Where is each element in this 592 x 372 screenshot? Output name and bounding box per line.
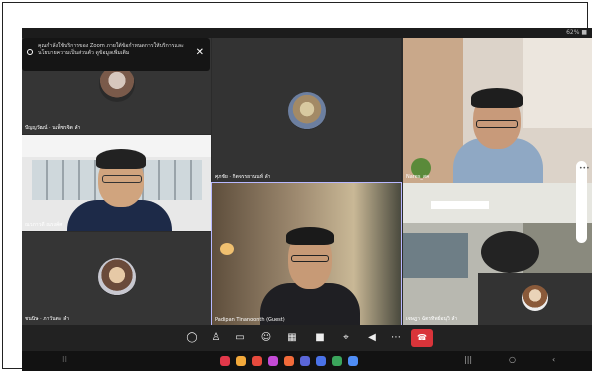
person-glasses — [476, 120, 518, 128]
back-button[interactable]: ‹ — [552, 355, 555, 364]
end-call-icon: ☎ — [417, 333, 427, 342]
participant-name: Padipan Tinanoonth (Guest) — [215, 317, 285, 323]
apps-grid-icon[interactable]: ⁝⁝ — [62, 355, 67, 364]
gallery-icon[interactable]: ▦ — [285, 331, 299, 345]
more-icon[interactable]: ••• — [579, 165, 590, 172]
participant-name: Nares_สค — [406, 174, 430, 180]
participant-name: ศุภชัย · กิตจรรยานนท์ ลำ — [215, 174, 271, 180]
info-icon — [27, 49, 33, 55]
video-window — [523, 38, 592, 128]
video-ceiling-light — [431, 201, 489, 209]
notice-text: คุณกำลังใช้บริการของ Zoom ภายใต้ข้อกำหนด… — [38, 43, 184, 56]
participant-tile-3[interactable]: Nares_สค — [403, 38, 592, 183]
participants-icon[interactable]: ♙ — [209, 331, 223, 345]
app-icon-9[interactable] — [348, 356, 358, 366]
app-icon-4[interactable] — [268, 356, 278, 366]
participant-tile-5-speaker[interactable]: Padipan Tinanoonth (Guest) — [211, 182, 402, 326]
video-icon[interactable]: ■ — [313, 331, 327, 345]
app-icon-5[interactable] — [284, 356, 294, 366]
close-icon[interactable]: ✕ — [196, 47, 204, 58]
participant-tile-7[interactable]: ชนนิษ · ภาวันตะ ลำ — [22, 232, 211, 325]
share-icon[interactable]: ▭ — [233, 331, 247, 345]
status-bar: 62% ■ — [22, 28, 592, 38]
participant-tile-4[interactable]: ณวภาวดี ณรงค์ศ — [22, 135, 211, 231]
app-icon-8[interactable] — [332, 356, 342, 366]
participant-name: ณวภาวดี ณรงค์ศ — [25, 222, 63, 228]
participant-tile-6[interactable]: เจษฎา ฉัตรทิพย์อนุวิ ลำ — [403, 183, 592, 325]
app-icon-7[interactable] — [316, 356, 326, 366]
person-glasses — [102, 175, 142, 183]
person-hair — [286, 227, 334, 245]
end-call-button[interactable]: ☎ — [411, 329, 433, 347]
video-lamp — [220, 243, 234, 255]
person-hair — [481, 231, 539, 273]
meeting-controls: ◯ ♙ ▭ ☺ ▦ ■ ⌖ ◀ ⋯ ☎ — [22, 325, 592, 351]
participant-name: ปัญญวัฒน์ · นเพ็ชรจิต ลำ — [25, 125, 81, 131]
screen-slider[interactable]: ••• — [576, 161, 590, 243]
avatar — [522, 285, 548, 311]
tablet-screen: 62% ■ ปัญญวัฒน์ · นเพ็ชรจิต ลำ คุณกำลังใ… — [22, 28, 592, 371]
avatar — [99, 66, 135, 102]
battery-indicator: 62% ■ — [566, 29, 587, 36]
privacy-notice-banner: คุณกำลังใช้บริการของ Zoom ภายใต้ข้อกำหนด… — [22, 38, 210, 71]
self-view-thumbnail[interactable] — [478, 273, 592, 325]
chat-icon[interactable]: ◯ — [185, 331, 199, 345]
participant-tile-2[interactable]: ศุภชัย · กิตจรรยานนท์ ลำ — [212, 38, 401, 183]
avatar — [98, 258, 136, 296]
app-icon-1[interactable] — [220, 356, 230, 366]
person-glasses — [291, 255, 329, 262]
reactions-icon[interactable]: ☺ — [259, 331, 273, 345]
app-icon-6[interactable] — [300, 356, 310, 366]
avatar — [288, 92, 326, 130]
app-icon-3[interactable] — [252, 356, 262, 366]
person-hair — [471, 88, 523, 108]
participant-name: ชนนิษ · ภาวันตะ ลำ — [25, 316, 70, 322]
system-navbar: ⁝⁝ ||| ○ ‹ — [22, 351, 592, 371]
more-icon[interactable]: ⋯ — [389, 331, 403, 345]
recent-apps-button[interactable]: ||| — [464, 355, 472, 364]
app-icon-2[interactable] — [236, 356, 246, 366]
mic-icon[interactable]: ⌖ — [339, 331, 353, 345]
video-window — [403, 233, 468, 278]
person-hair — [96, 149, 146, 169]
participant-name: เจษฎา ฉัตรทิพย์อนุวิ ลำ — [406, 316, 458, 322]
speaker-icon[interactable]: ◀ — [365, 331, 379, 345]
home-button[interactable]: ○ — [509, 355, 516, 364]
